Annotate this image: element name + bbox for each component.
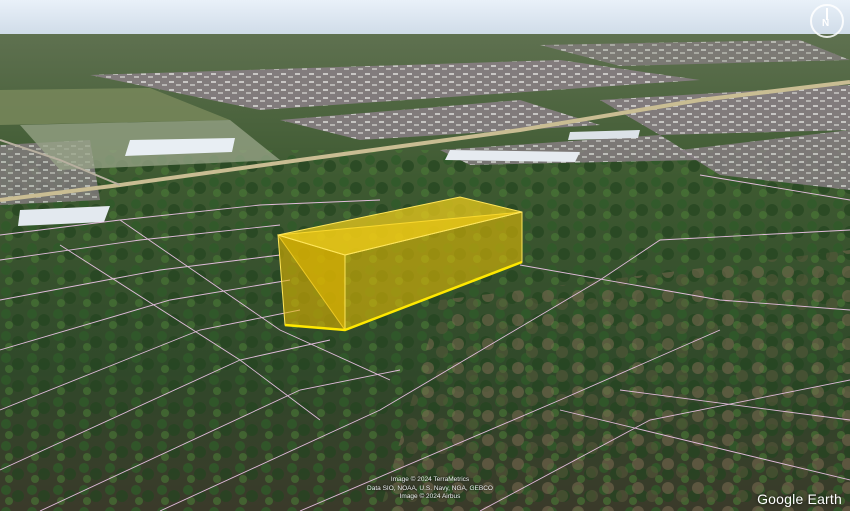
credit-line-3: Image © 2024 Airbus [399,493,461,500]
imagery-credits: Image © 2024 TerraMetrics Data SIO, NOAA… [330,476,530,502]
compass-control[interactable]: N [810,4,844,38]
credit-line-2: Data SIO, NOAA, U.S. Navy, NGA, GEBCO [367,484,493,492]
google-earth-logo: Google Earth [757,491,842,507]
compass-north-label: N [822,18,830,29]
map-view[interactable]: N Image © 2024 TerraMetrics Data SIO, NO… [0,0,850,511]
satellite-terrain [0,34,850,511]
credit-line-1: Image © 2024 TerraMetrics [390,476,470,483]
